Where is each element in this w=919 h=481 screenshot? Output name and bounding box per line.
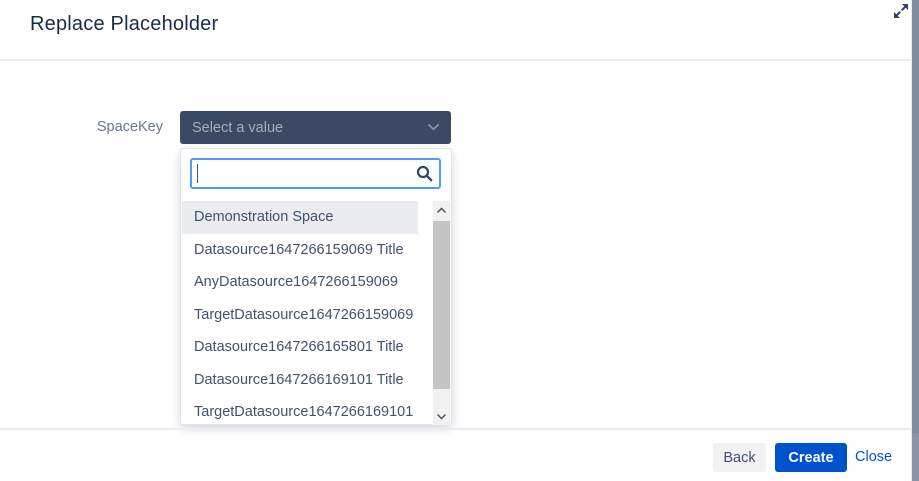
back-button[interactable]: Back	[713, 443, 766, 472]
expand-icon	[892, 2, 910, 20]
create-button[interactable]: Create	[775, 443, 847, 472]
page-scrollbar-thumb[interactable]	[912, 0, 919, 433]
chevron-down-icon	[437, 414, 446, 420]
dropdown-option-list: Demonstration Space Datasource1647266159…	[182, 201, 418, 424]
chevron-down-icon	[428, 124, 439, 131]
list-item[interactable]: Datasource1647266169101 Title	[182, 364, 418, 397]
scroll-up-button[interactable]	[433, 201, 450, 218]
header-divider	[0, 59, 911, 61]
spacekey-dropdown-panel: Demonstration Space Datasource1647266159…	[180, 148, 452, 425]
page-scrollbar[interactable]	[911, 0, 919, 481]
text-caret	[197, 164, 198, 183]
expand-dialog-button[interactable]	[892, 2, 910, 20]
spacekey-select[interactable]: Select a value	[180, 111, 451, 144]
list-item[interactable]: AnyDatasource1647266159069	[182, 266, 418, 299]
chevron-up-icon	[437, 207, 446, 213]
scroll-down-button[interactable]	[433, 408, 450, 425]
footer-divider	[0, 428, 911, 430]
list-item[interactable]: Datasource1647266159069 Title	[182, 234, 418, 267]
list-item[interactable]: TargetDatasource1647266169101	[182, 396, 418, 424]
list-scrollbar-thumb[interactable]	[433, 221, 450, 389]
spacekey-label: SpaceKey	[90, 119, 163, 135]
close-link[interactable]: Close	[855, 449, 892, 465]
list-item[interactable]: TargetDatasource1647266159069	[182, 299, 418, 332]
replace-placeholder-dialog: Replace Placeholder SpaceKey Select a va…	[0, 0, 919, 481]
list-scrollbar[interactable]	[433, 201, 450, 425]
spacekey-select-value: Select a value	[192, 120, 283, 136]
search-icon	[416, 165, 433, 182]
list-item[interactable]: Datasource1647266165801 Title	[182, 331, 418, 364]
page-scrollbar-track[interactable]	[912, 433, 919, 481]
page-title: Replace Placeholder	[30, 13, 218, 36]
dropdown-search-input[interactable]	[190, 158, 441, 189]
list-item[interactable]: Demonstration Space	[182, 201, 418, 234]
dropdown-search-wrap	[190, 158, 441, 189]
